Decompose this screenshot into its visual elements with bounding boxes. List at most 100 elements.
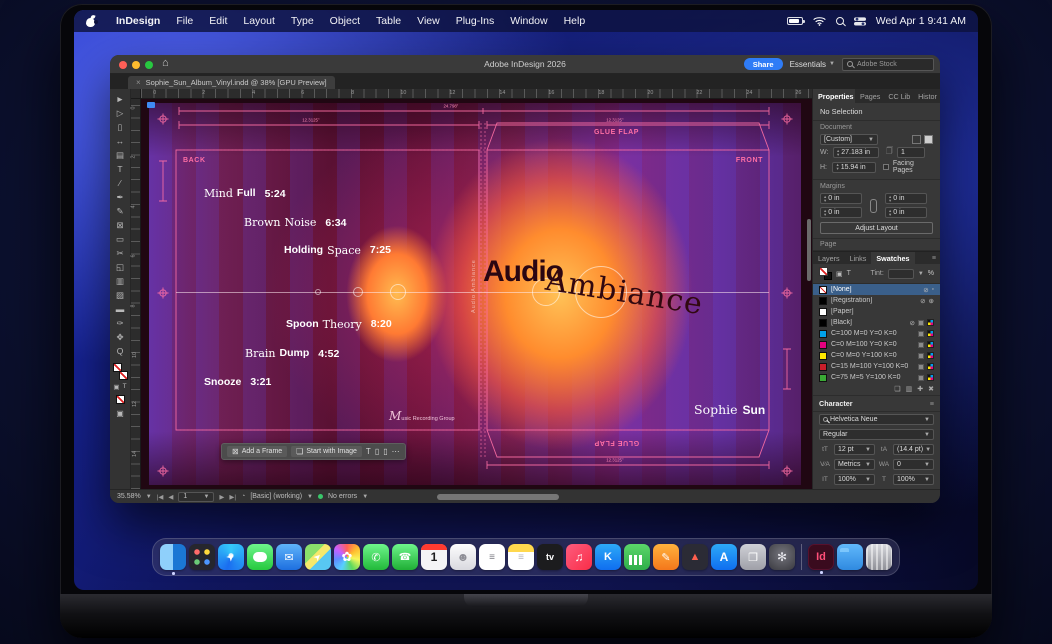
rectangle-frame-tool-icon[interactable]: ⊠ [113,218,128,232]
margin-bottom-field[interactable]: ▴▾0 in [820,207,862,218]
facing-pages-checkbox[interactable] [883,164,889,170]
horizontal-scrollbar[interactable] [379,493,933,501]
menu-edit[interactable]: Edit [209,15,227,27]
free-transform-tool-icon[interactable]: ◱ [113,260,128,274]
pencil-tool-icon[interactable]: ✎ [113,204,128,218]
menu-window[interactable]: Window [510,15,547,27]
dock-facetime-icon[interactable]: ✆ [363,544,389,570]
leading-field[interactable]: (14.4 pt)▼ [893,444,934,455]
page-tool-icon[interactable]: ▯ [113,120,128,134]
kerning-field[interactable]: Metrics▼ [834,459,875,470]
panel-menu-icon[interactable]: ≡ [928,252,940,264]
preflight-profile[interactable]: [Basic] (working) [250,493,302,500]
menu-view[interactable]: View [417,15,440,27]
font-size-field[interactable]: 12 pt▼ [834,444,875,455]
dock-settings-icon[interactable]: ✻ [769,544,795,570]
more-icon[interactable]: ⋯ [392,447,400,456]
swatch-row[interactable]: C=0 M=100 Y=0 K=0 [813,339,940,350]
first-page-button[interactable]: |◀ [157,493,164,501]
height-field[interactable]: ▴▾ 15.94 in [832,162,876,173]
panel-tab-histor[interactable]: Histor [913,89,940,103]
dock-freeform-icon[interactable]: ❐ [740,544,766,570]
formatting-container-icon[interactable]: ▣ [836,270,843,278]
formatting-text-icon[interactable]: T [123,383,127,391]
panel-menu-icon[interactable]: ≡ [930,399,934,408]
landscape-icon[interactable] [924,135,933,144]
margin-top-field[interactable]: ▴▾0 in [820,193,862,204]
content-collector-tool-icon[interactable]: ▤ [113,148,128,162]
menu-object[interactable]: Object [330,15,360,27]
dock-launchpad-icon[interactable] [189,544,215,570]
start-with-image-button[interactable]: ❏ Start with Image [291,446,362,457]
menu-table[interactable]: Table [376,15,401,27]
vertical-scrollbar[interactable] [807,219,811,281]
menu-layout[interactable]: Layout [243,15,275,27]
direct-selection-tool-icon[interactable]: ▷ [113,106,128,120]
screen-mode-icon[interactable]: ▣ [116,409,124,418]
dock-phone-icon[interactable]: ☎ [392,544,418,570]
menu-plug-ins[interactable]: Plug-Ins [456,15,495,27]
search-icon[interactable] [836,17,844,25]
gradient-feather-tool-icon[interactable]: ▨ [113,288,128,302]
workspace-switcher[interactable]: Essentials▼ [790,60,835,69]
dock-indesign-icon[interactable]: Id [808,544,834,570]
swatch-row[interactable]: [Paper] [813,306,940,317]
gradient-swatch-tool-icon[interactable]: ▥ [113,274,128,288]
font-style-select[interactable]: Regular▼ [819,429,934,440]
type-icon[interactable]: T [366,447,371,456]
page-count-field[interactable]: 1 [897,147,925,158]
pasteboard[interactable]: 24.798” 12.3125” 12.3125” 12.3125” BACK … [141,99,812,489]
last-page-button[interactable]: ▶| [229,493,236,501]
width-field[interactable]: ▴▾ 27.183 in [833,147,879,158]
line-tool-icon[interactable]: ∕ [113,176,128,190]
swatch-views-icon[interactable]: ❑ [894,385,900,393]
preflight-status[interactable]: No errors [328,493,357,500]
dock-maps-icon[interactable]: ➤ [305,544,331,570]
dock-messages-icon[interactable] [247,544,273,570]
orientation-buttons[interactable] [912,135,933,144]
panel-tab-links[interactable]: Links [845,252,872,264]
page-icon[interactable]: ▯ [375,447,379,456]
zoom-tool-icon[interactable]: Q [113,344,128,358]
dock-tv-icon[interactable]: tv [537,544,563,570]
next-page-button[interactable]: ▶ [219,493,224,501]
selection-tool-icon[interactable]: ► [113,92,128,106]
dock-photos-icon[interactable]: ✿ [334,544,360,570]
control-center-icon[interactable] [854,17,866,26]
menu-help[interactable]: Help [564,15,586,27]
menu-type[interactable]: Type [291,15,314,27]
previous-page-button[interactable]: ◀ [168,493,173,501]
tracking-field[interactable]: 0▼ [893,459,934,470]
panel-tab-layers[interactable]: Layers [813,252,845,264]
adjust-layout-button[interactable]: Adjust Layout [820,222,933,234]
new-swatch-icon[interactable]: ✚ [917,385,923,393]
menu-file[interactable]: File [176,15,193,27]
dock-numbers-icon[interactable] [624,544,650,570]
formatting-container-icon[interactable]: ▣ [113,383,119,391]
dock-keynote-icon[interactable]: K [595,544,621,570]
vertical-scale-field[interactable]: 100%▼ [834,474,875,485]
stepper-icon[interactable]: ▴▾ [836,163,838,171]
dock-pages-icon[interactable]: ✎ [653,544,679,570]
window-title-bar[interactable]: ⌂ Adobe InDesign 2026 Share Essentials▼ … [110,55,940,74]
album-artboard[interactable]: 24.798” 12.3125” 12.3125” 12.3125” BACK … [149,103,801,485]
stroke-swatch[interactable] [119,371,128,380]
add-frame-button[interactable]: ⊠ Add a Frame [227,446,287,457]
apple-menu-icon[interactable] [86,15,96,27]
character-panel-header[interactable]: Character ≡ [813,396,940,412]
tint-field[interactable] [888,269,914,279]
dock-reminders-icon[interactable]: ≡ [479,544,505,570]
page-number-field[interactable]: 1▼ [178,492,214,502]
new-swatch-group-icon[interactable]: ▥ [906,385,913,393]
panel-tab-properties[interactable]: Properties [813,89,855,103]
dock-rocket-icon[interactable]: ▲ [682,544,708,570]
dock-finder-icon[interactable] [160,544,186,570]
fill-swatch[interactable] [113,363,122,372]
link-margins-icon[interactable] [870,199,877,213]
document-tab[interactable]: × Sophie_Sun_Album_Vinyl.indd @ 38% [GPU… [128,76,335,89]
swatch-row[interactable]: C=100 M=0 Y=0 K=0 [813,328,940,339]
stepper-icon[interactable]: ▴▾ [837,149,839,157]
close-tab-icon[interactable]: × [136,78,141,87]
dock-notes-icon[interactable]: ≡ [508,544,534,570]
pen-tool-icon[interactable]: ✒ [113,190,128,204]
